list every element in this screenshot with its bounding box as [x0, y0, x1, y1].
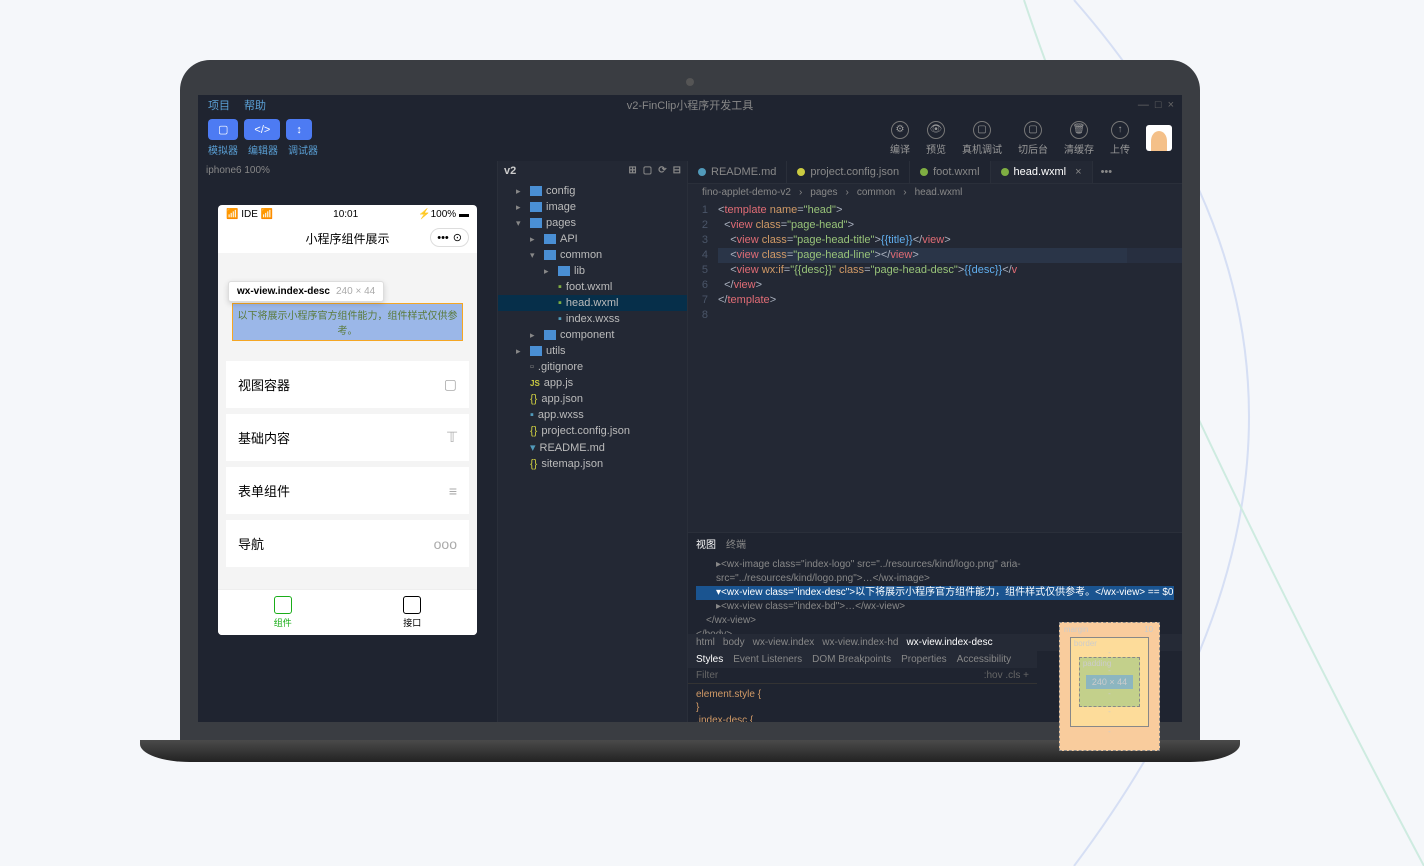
- simulator-panel: iphone6 100% 📶 IDE 📶 10:01 ⚡100% ▬ 小程序组件…: [198, 161, 498, 722]
- window-title: v2-FinClip小程序开发工具: [627, 97, 754, 113]
- minimap[interactable]: [1127, 201, 1182, 532]
- action-0[interactable]: ⚙编译: [890, 121, 910, 156]
- tree-item[interactable]: ▸utils: [498, 343, 687, 359]
- window-controls: — □ ×: [1138, 99, 1174, 111]
- collapse-icon[interactable]: ⊟: [673, 165, 681, 177]
- tree-item[interactable]: ▪app.wxss: [498, 407, 687, 423]
- close-icon[interactable]: ×: [1168, 99, 1174, 111]
- new-folder-icon[interactable]: ▢: [643, 165, 652, 177]
- editor-tab[interactable]: project.config.json: [787, 161, 910, 183]
- devtools: 视图终端 ▸<wx-image class="index-logo" src="…: [688, 532, 1182, 722]
- refresh-icon[interactable]: ⟳: [658, 165, 666, 177]
- editor-tab[interactable]: README.md: [688, 161, 787, 183]
- tree-item[interactable]: ▫.gitignore: [498, 359, 687, 375]
- menubar: 项目 帮助 v2-FinClip小程序开发工具 — □ ×: [198, 95, 1182, 115]
- tree-item[interactable]: JSapp.js: [498, 375, 687, 391]
- styles-tabs[interactable]: StylesEvent ListenersDOM BreakpointsProp…: [688, 651, 1037, 668]
- tree-item[interactable]: ▪index.wxss: [498, 311, 687, 327]
- phone-menu-item[interactable]: 导航ooo: [226, 520, 469, 567]
- new-file-icon[interactable]: ⊞: [628, 165, 636, 177]
- action-4[interactable]: 🗑清缓存: [1064, 121, 1094, 156]
- editor-tab[interactable]: head.wxml×: [991, 161, 1093, 183]
- editor-area: README.mdproject.config.jsonfoot.wxmlhea…: [688, 161, 1182, 722]
- tree-item[interactable]: ▸image: [498, 199, 687, 215]
- laptop-frame: 项目 帮助 v2-FinClip小程序开发工具 — □ × ▢ </> ↕ 模拟…: [140, 60, 1240, 800]
- action-5[interactable]: ↑上传: [1110, 121, 1130, 156]
- menu-project[interactable]: 项目: [208, 97, 230, 113]
- tree-item[interactable]: ▸lib: [498, 263, 687, 279]
- close-icon: ×: [1075, 166, 1081, 178]
- explorer-root[interactable]: v2: [504, 165, 516, 177]
- tree-item[interactable]: ▾README.md: [498, 439, 687, 456]
- breadcrumb[interactable]: fino-applet-demo-v2›pages›common›head.wx…: [688, 184, 1182, 201]
- phone-simulator: 📶 IDE 📶 10:01 ⚡100% ▬ 小程序组件展示 •••⊙ wx-vi…: [218, 205, 477, 635]
- tree-item[interactable]: ▸component: [498, 327, 687, 343]
- minimize-icon[interactable]: —: [1138, 99, 1149, 111]
- editor-toggle[interactable]: </>: [244, 119, 280, 140]
- simulator-device-info[interactable]: iphone6 100%: [198, 161, 497, 180]
- toolbar: ▢ </> ↕ 模拟器编辑器调试器 ⚙编译👁预览▢真机调试▢切后台🗑清缓存↑上传: [198, 115, 1182, 161]
- styles-rules[interactable]: element.style {}.index-desc {</span></di…: [688, 684, 1037, 723]
- tree-item[interactable]: {}app.json: [498, 391, 687, 407]
- box-model: 10 - - 240 × 44- - -: [1037, 651, 1182, 723]
- phone-tab[interactable]: 接口: [348, 590, 478, 635]
- action-1[interactable]: 👁预览: [926, 121, 946, 156]
- tree-item[interactable]: ▪foot.wxml: [498, 279, 687, 295]
- phone-tab[interactable]: 组件: [218, 590, 348, 635]
- simulator-toggle[interactable]: ▢: [208, 119, 238, 140]
- phone-page-title: 小程序组件展示 •••⊙: [218, 224, 477, 253]
- ide-app: 项目 帮助 v2-FinClip小程序开发工具 — □ × ▢ </> ↕ 模拟…: [198, 95, 1182, 722]
- inspector-highlight: 以下将展示小程序官方组件能力，组件样式仅供参考。: [232, 303, 463, 341]
- tree-item[interactable]: ▾common: [498, 247, 687, 263]
- styles-filter-toggles[interactable]: :hov .cls +: [984, 670, 1029, 681]
- tree-item[interactable]: ▸config: [498, 183, 687, 199]
- action-3[interactable]: ▢切后台: [1018, 121, 1048, 156]
- styles-filter-input[interactable]: Filter: [696, 670, 718, 681]
- action-2[interactable]: ▢真机调试: [962, 121, 1002, 156]
- editor-tab[interactable]: foot.wxml: [910, 161, 990, 183]
- menu-help[interactable]: 帮助: [244, 97, 266, 113]
- phone-capsule[interactable]: •••⊙: [430, 228, 469, 247]
- phone-menu-item[interactable]: 表单组件≡: [226, 467, 469, 514]
- file-explorer: v2 ⊞ ▢ ⟳ ⊟ ▸config▸image▾pages▸API▾commo…: [498, 161, 688, 722]
- debugger-toggle[interactable]: ↕: [286, 119, 312, 140]
- code-editor[interactable]: 1<template name="head">2 <view class="pa…: [688, 201, 1182, 532]
- tree-item[interactable]: ▸API: [498, 231, 687, 247]
- tree-item[interactable]: ▪head.wxml: [498, 295, 687, 311]
- maximize-icon[interactable]: □: [1155, 99, 1162, 111]
- devtools-tabs[interactable]: 视图终端: [688, 533, 1182, 554]
- phone-menu-item[interactable]: 视图容器▢: [226, 361, 469, 408]
- tree-item[interactable]: ▾pages: [498, 215, 687, 231]
- phone-status-bar: 📶 IDE 📶 10:01 ⚡100% ▬: [218, 205, 477, 224]
- tab-overflow-icon[interactable]: •••: [1093, 161, 1121, 183]
- phone-menu-item[interactable]: 基础内容𝕋: [226, 414, 469, 461]
- tree-item[interactable]: {}project.config.json: [498, 423, 687, 439]
- inspector-tooltip: wx-view.index-desc240 × 44: [228, 281, 384, 302]
- avatar[interactable]: [1146, 125, 1172, 151]
- tree-item[interactable]: {}sitemap.json: [498, 456, 687, 472]
